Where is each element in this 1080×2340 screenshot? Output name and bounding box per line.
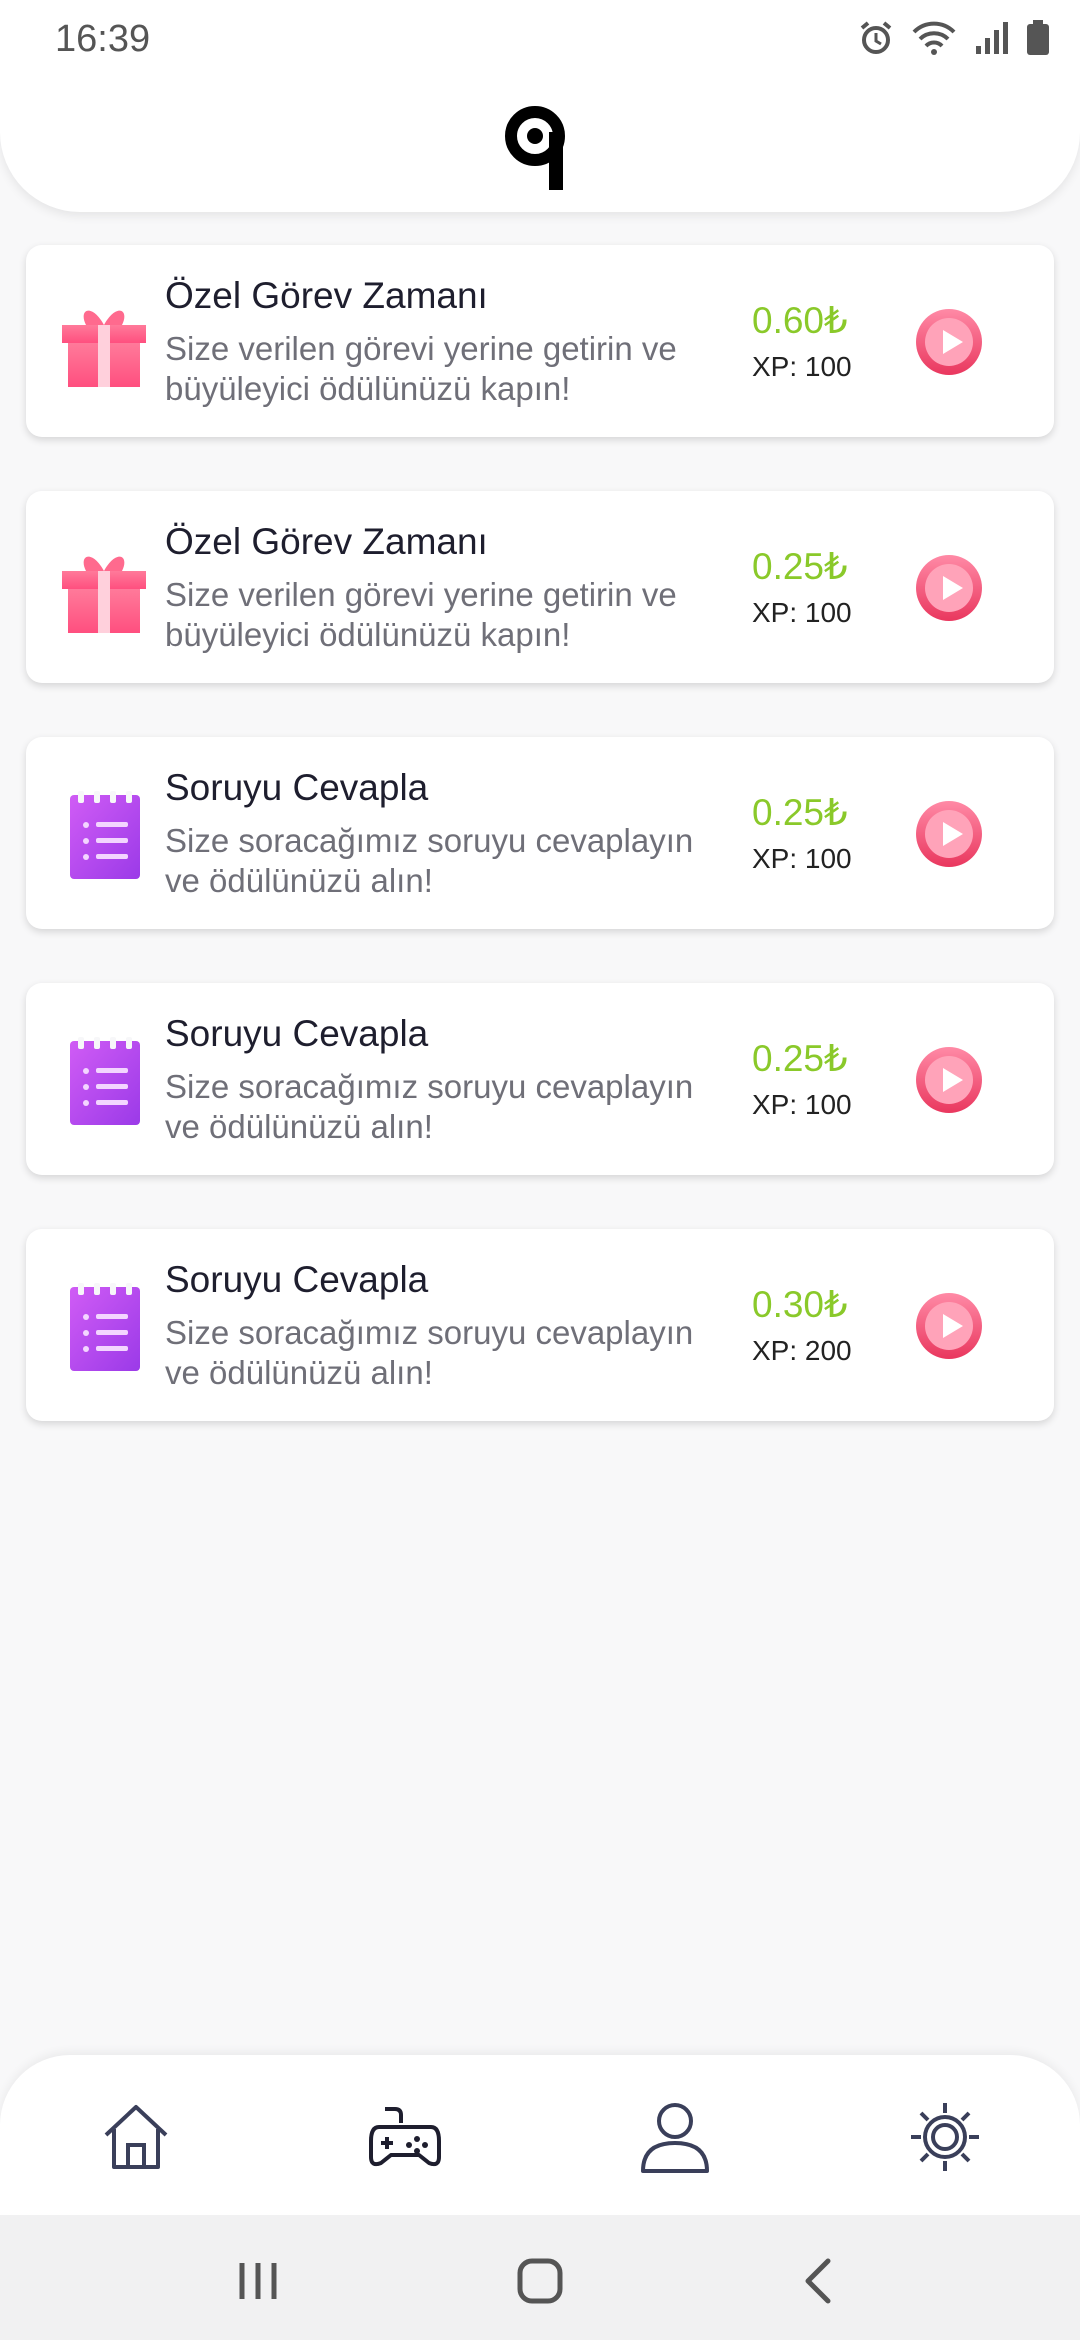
task-card[interactable]: Özel Görev Zamanı Size verilen görevi ye… (26, 245, 1054, 437)
task-xp: XP: 100 (752, 1089, 852, 1120)
back-icon[interactable] (790, 2251, 850, 2311)
task-description: Size verilen görevi yerine getirin ve bü… (165, 330, 677, 407)
play-button-icon[interactable] (914, 1045, 984, 1115)
notepad-icon (56, 787, 152, 883)
task-xp: XP: 100 (752, 351, 852, 382)
profile-icon[interactable] (635, 2097, 715, 2177)
system-nav-bar (0, 2215, 1080, 2340)
task-description: Size soracağımız soruyu cevaplayın ve öd… (165, 822, 694, 899)
notepad-icon (56, 1279, 152, 1375)
play-button-icon[interactable] (914, 799, 984, 869)
task-reward: 0.30₺ (752, 1284, 848, 1325)
battery-icon (1026, 20, 1050, 61)
task-card[interactable]: Soruyu Cevapla Size soracağımız soruyu c… (26, 983, 1054, 1175)
task-xp: XP: 100 (752, 843, 852, 874)
play-button-icon[interactable] (914, 1291, 984, 1361)
status-bar: 16:39 (0, 0, 1080, 84)
task-card[interactable]: Özel Görev Zamanı Size verilen görevi ye… (26, 491, 1054, 683)
task-description: Size soracağımız soruyu cevaplayın ve öd… (165, 1314, 694, 1391)
signal-icon (974, 20, 1008, 61)
task-description: Size soracağımız soruyu cevaplayın ve öd… (165, 1068, 694, 1145)
gamepad-icon[interactable] (365, 2097, 445, 2177)
task-title: Özel Görev Zamanı (165, 521, 488, 562)
task-title: Soruyu Cevapla (165, 767, 429, 808)
gift-icon (56, 541, 152, 637)
task-xp: XP: 100 (752, 597, 852, 628)
task-title: Soruyu Cevapla (165, 1259, 429, 1300)
task-card[interactable]: Soruyu Cevapla Size soracağımız soruyu c… (26, 1229, 1054, 1421)
settings-icon[interactable] (905, 2097, 985, 2177)
task-reward: 0.25₺ (752, 1038, 848, 1079)
task-reward: 0.25₺ (752, 792, 848, 833)
task-card[interactable]: Soruyu Cevapla Size soracağımız soruyu c… (26, 737, 1054, 929)
task-title: Özel Görev Zamanı (165, 275, 488, 316)
task-title: Soruyu Cevapla (165, 1013, 429, 1054)
gift-icon (56, 295, 152, 391)
wifi-icon (912, 20, 956, 61)
app-logo (505, 106, 575, 197)
play-button-icon[interactable] (914, 553, 984, 623)
task-reward: 0.25₺ (752, 546, 848, 587)
task-xp: XP: 200 (752, 1335, 852, 1366)
alarm-icon (858, 20, 894, 61)
status-time: 16:39 (55, 18, 151, 60)
play-button-icon[interactable] (914, 307, 984, 377)
home-icon[interactable] (96, 2097, 176, 2177)
task-description: Size verilen görevi yerine getirin ve bü… (165, 576, 677, 653)
home-button-icon[interactable] (510, 2251, 570, 2311)
recents-icon[interactable] (228, 2251, 288, 2311)
bottom-nav (0, 2055, 1080, 2215)
notepad-icon (56, 1033, 152, 1129)
task-reward: 0.60₺ (752, 300, 848, 341)
